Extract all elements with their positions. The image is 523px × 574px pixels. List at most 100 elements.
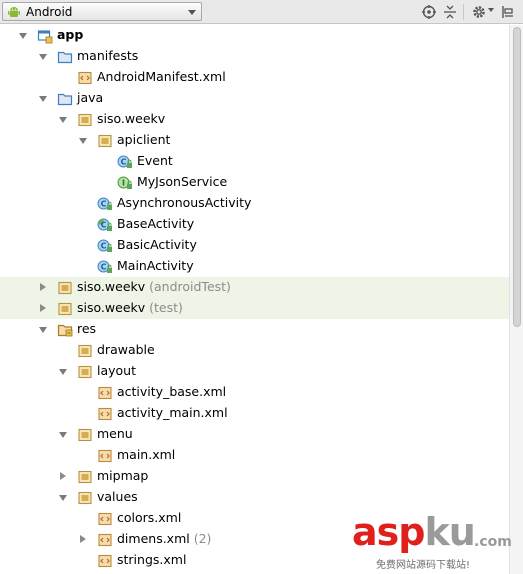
tree-row[interactable]: C AsynchronousActivity: [0, 193, 509, 214]
tree-row[interactable]: mipmap: [0, 466, 509, 487]
expand-down-arrow-icon[interactable]: [58, 493, 68, 503]
tree-row-label: BaseActivity: [117, 216, 194, 231]
expand-down-arrow-icon[interactable]: [38, 94, 48, 104]
svg-text:C: C: [101, 220, 107, 229]
tree-row[interactable]: C BasicActivity: [0, 235, 509, 256]
tree-row[interactable]: app: [0, 25, 509, 46]
tree-row[interactable]: activity_main.xml: [0, 403, 509, 424]
svg-text:I: I: [122, 178, 125, 187]
tree-row-name: MainActivity: [117, 258, 194, 273]
watermark-subtitle: 免费网站源码下载站!: [376, 560, 471, 571]
tree-row-label: activity_main.xml: [117, 405, 228, 420]
tree-row-name: mipmap: [97, 468, 149, 483]
watermark-domain: .com: [474, 534, 512, 550]
tree-row[interactable]: activity_base.xml: [0, 382, 509, 403]
tree-row-name: java: [77, 90, 104, 105]
project-view-label: Android: [26, 5, 73, 19]
tree-row-label: MyJsonService: [137, 174, 227, 189]
tree-row[interactable]: C MainActivity: [0, 256, 509, 277]
collapsed-right-arrow-icon[interactable]: [38, 304, 48, 314]
tree-row[interactable]: C Event: [0, 151, 509, 172]
tree-row-label: values: [97, 489, 138, 504]
expand-down-arrow-icon[interactable]: [38, 325, 48, 335]
class-icon: C: [117, 155, 132, 168]
vertical-scrollbar[interactable]: [509, 25, 523, 574]
expand-down-arrow-icon[interactable]: [78, 136, 88, 146]
tree-row-label: colors.xml: [117, 510, 181, 525]
tree-row-name: BaseActivity: [117, 216, 195, 231]
tree-row[interactable]: main.xml: [0, 445, 509, 466]
xml-file-icon: [98, 554, 112, 568]
tree-row-suffix: (androidTest): [145, 279, 231, 294]
collapse-all-icon[interactable]: [442, 4, 458, 20]
tree-row[interactable]: menu: [0, 424, 509, 445]
collapsed-right-arrow-icon[interactable]: [78, 535, 88, 545]
tree-row-name: strings.xml: [117, 552, 187, 567]
watermark-wordmark: aspku: [352, 510, 476, 554]
tree-row[interactable]: siso.weekv (androidTest): [0, 277, 509, 298]
tree-row-label: activity_base.xml: [117, 384, 226, 399]
tree-row-name: dimens.xml: [117, 531, 190, 546]
expand-down-arrow-icon[interactable]: [58, 430, 68, 440]
tree-row-name: activity_main.xml: [117, 405, 228, 420]
package-icon: [78, 365, 92, 379]
tree-row-label: java: [77, 90, 103, 105]
project-tree: app manifests AndroidManifest.xml java siso.…: [0, 25, 509, 574]
tree-row-name: MyJsonService: [137, 174, 228, 189]
scrollbar-thumb[interactable]: [513, 27, 521, 327]
tree-row-name: manifests: [77, 48, 139, 63]
tree-row-label: dimens.xml (2): [117, 531, 211, 546]
tree-row[interactable]: siso.weekv: [0, 109, 509, 130]
tree-row[interactable]: I MyJsonService: [0, 172, 509, 193]
tree-row-label: AndroidManifest.xml: [97, 69, 226, 84]
tree-row[interactable]: java: [0, 88, 509, 109]
collapsed-right-arrow-icon[interactable]: [58, 472, 68, 482]
tree-row[interactable]: apiclient: [0, 130, 509, 151]
tree-row[interactable]: AndroidManifest.xml: [0, 67, 509, 88]
expand-down-arrow-icon[interactable]: [18, 31, 28, 41]
tree-row-name: res: [77, 321, 97, 336]
collapsed-right-arrow-icon[interactable]: [38, 283, 48, 293]
project-view-dropdown[interactable]: Android: [2, 2, 202, 21]
expand-down-arrow-icon[interactable]: [58, 367, 68, 377]
res-folder-icon: [57, 324, 73, 337]
tree-row-suffix: (2): [189, 531, 212, 546]
class-icon: C: [97, 239, 112, 252]
tree-row[interactable]: drawable: [0, 340, 509, 361]
tree-row[interactable]: siso.weekv (test): [0, 298, 509, 319]
package-icon: [98, 134, 112, 148]
tree-row-suffix: (test): [145, 300, 183, 315]
tree-row-label: drawable: [97, 342, 155, 357]
tree-row[interactable]: res: [0, 319, 509, 340]
tree-row-label: AsynchronousActivity: [117, 195, 251, 210]
gear-dropdown-icon[interactable]: [488, 8, 494, 12]
gear-icon[interactable]: [471, 4, 487, 20]
chevron-down-icon: [188, 10, 196, 15]
sync-target-icon[interactable]: [421, 4, 437, 20]
interface-icon: I: [117, 176, 132, 189]
tree-row[interactable]: values: [0, 487, 509, 508]
tree-row-label: MainActivity: [117, 258, 194, 273]
tree-row[interactable]: C BaseActivity: [0, 214, 509, 235]
tree-row-label: main.xml: [117, 447, 175, 462]
package-icon: [78, 470, 92, 484]
tree-row-name: AsynchronousActivity: [117, 195, 252, 210]
expand-down-arrow-icon[interactable]: [38, 52, 48, 62]
tree-row[interactable]: manifests: [0, 46, 509, 67]
pin-icon[interactable]: [500, 4, 516, 20]
xml-file-icon: [98, 512, 112, 526]
folder-icon: [57, 93, 73, 106]
tree-row[interactable]: layout: [0, 361, 509, 382]
tree-row-label: strings.xml: [117, 552, 186, 567]
tree-row-name: app: [57, 27, 84, 42]
project-toolbar: Android: [0, 0, 523, 24]
tree-row-name: Event: [137, 153, 173, 168]
package-icon: [78, 113, 92, 127]
package-icon: [58, 281, 72, 295]
expand-down-arrow-icon[interactable]: [58, 115, 68, 125]
tree-row-name: AndroidManifest.xml: [97, 69, 226, 84]
class-icon: C: [97, 197, 112, 210]
svg-text:C: C: [101, 241, 107, 250]
package-icon: [78, 428, 92, 442]
tree-row-label: Event: [137, 153, 173, 168]
